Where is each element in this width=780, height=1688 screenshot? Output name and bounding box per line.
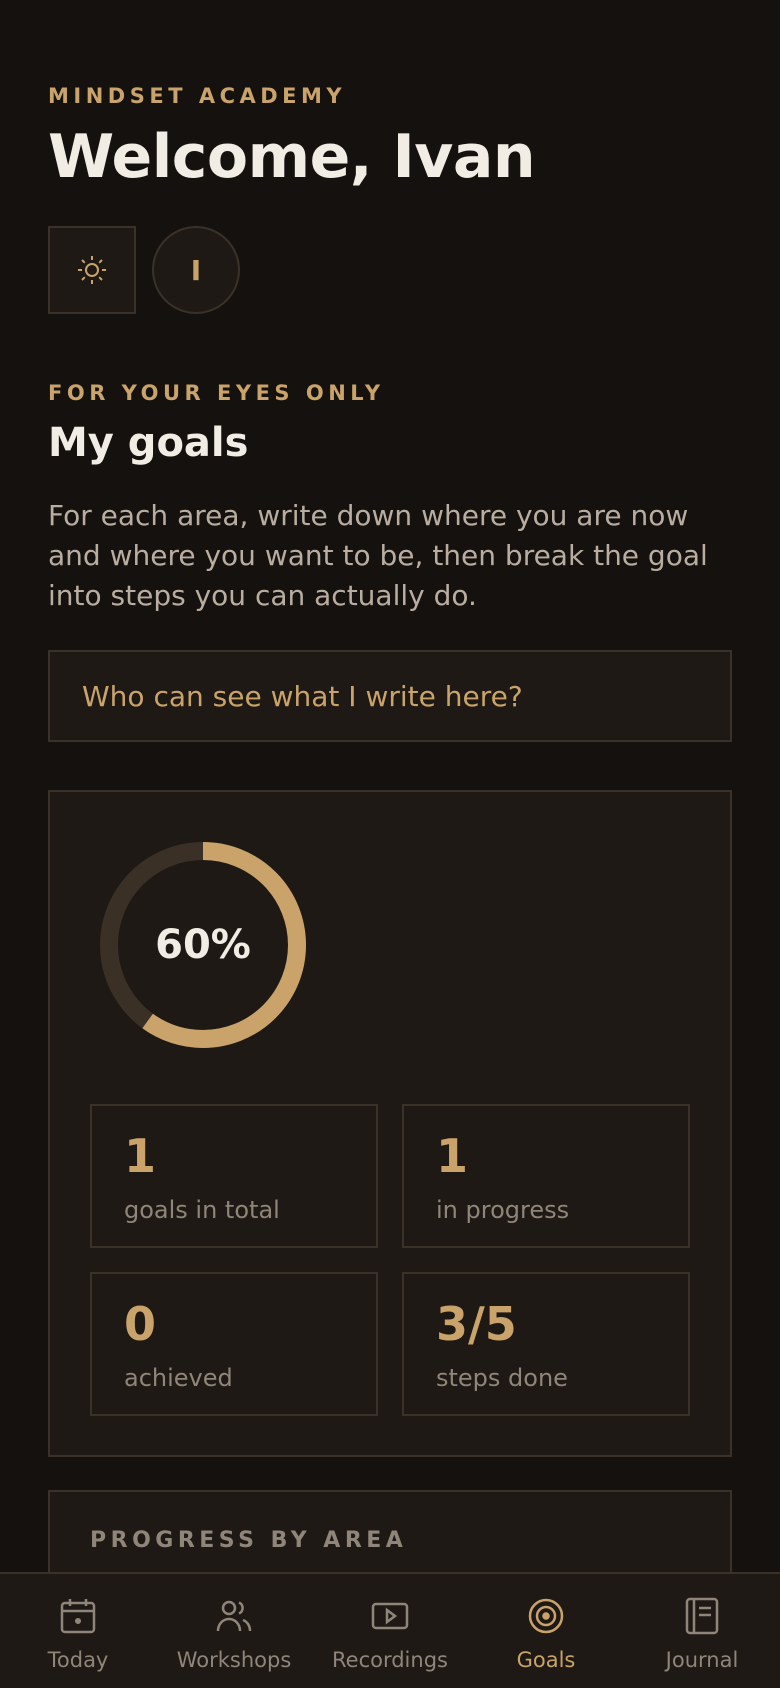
tab-label: Goals xyxy=(516,1648,576,1672)
stat-achieved: 0 achieved xyxy=(90,1272,378,1416)
tab-today[interactable]: Today xyxy=(0,1574,156,1688)
tab-journal[interactable]: Journal xyxy=(624,1574,780,1688)
stat-steps-done: 3/5 steps done xyxy=(402,1272,690,1416)
calendar-icon xyxy=(60,1599,96,1634)
tab-workshops[interactable]: Workshops xyxy=(156,1574,312,1688)
stat-label: steps done xyxy=(436,1364,568,1392)
tab-label: Recordings xyxy=(332,1648,448,1672)
stat-goals-total: 1 goals in total xyxy=(90,1104,378,1248)
progress-by-area-title: PROGRESS BY AREA xyxy=(90,1528,408,1553)
stat-label: achieved xyxy=(124,1364,233,1392)
sun-icon xyxy=(78,256,106,284)
progress-percent: 60% xyxy=(155,922,251,968)
privacy-eyebrow: FOR YOUR EYES ONLY xyxy=(48,381,385,405)
tab-label: Journal xyxy=(665,1648,739,1672)
progress-ring: 60% xyxy=(98,840,308,1050)
goals-intro-text: For each area, write down where you are … xyxy=(48,499,708,612)
page-title: My goals xyxy=(48,420,249,466)
tab-recordings[interactable]: Recordings xyxy=(312,1574,468,1688)
bottom-tab-bar: Today Workshops Recordings Goals Journal xyxy=(0,1572,780,1688)
target-icon xyxy=(528,1598,564,1634)
stat-value: 0 xyxy=(124,1297,157,1351)
theme-toggle-button[interactable] xyxy=(48,226,136,314)
brand-label: MINDSET ACADEMY xyxy=(48,84,347,108)
welcome-heading: Welcome, Ivan xyxy=(48,122,536,192)
play-icon xyxy=(371,1602,409,1630)
tab-goals[interactable]: Goals xyxy=(468,1574,624,1688)
stat-in-progress: 1 in progress xyxy=(402,1104,690,1248)
stat-label: in progress xyxy=(436,1196,570,1224)
tab-label: Today xyxy=(47,1648,109,1672)
avatar[interactable]: I xyxy=(152,226,240,314)
stat-value: 3/5 xyxy=(436,1297,517,1351)
stat-value: 1 xyxy=(124,1129,157,1183)
privacy-question-button[interactable]: Who can see what I write here? xyxy=(48,650,732,742)
goals-page: MINDSET ACADEMY Welcome, Ivan I FOR YOUR… xyxy=(0,0,780,1688)
journal-icon xyxy=(685,1597,719,1635)
goals-summary-card: 60% 1 goals in total 1 in progress 0 ach… xyxy=(48,790,732,1457)
privacy-question-label: Who can see what I write here? xyxy=(82,679,523,713)
people-icon xyxy=(216,1600,252,1632)
header-actions: I xyxy=(48,226,240,314)
stat-label: goals in total xyxy=(124,1196,280,1224)
tab-label: Workshops xyxy=(176,1648,292,1672)
stat-value: 1 xyxy=(436,1129,469,1183)
